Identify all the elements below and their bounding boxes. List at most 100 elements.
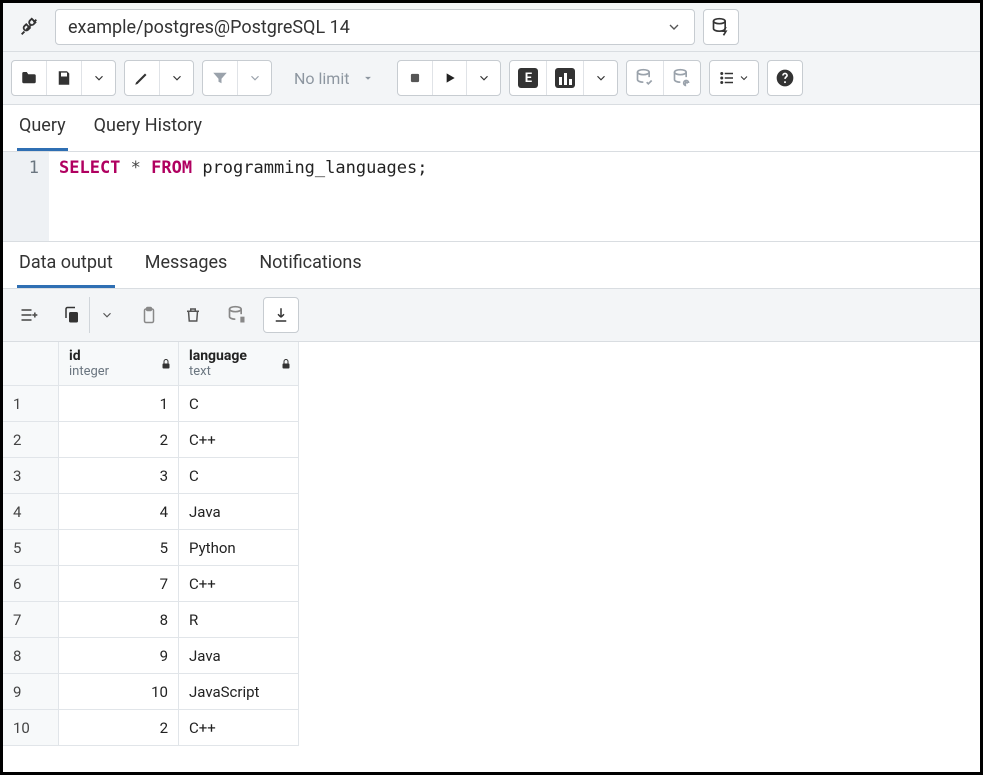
cell-language[interactable]: C++ (179, 422, 299, 458)
cell-language[interactable]: JavaScript (179, 674, 299, 710)
caret-down-icon (361, 71, 375, 85)
new-connection-button[interactable] (703, 9, 739, 45)
file-group (11, 60, 116, 96)
row-number[interactable]: 3 (3, 458, 59, 494)
database-undo-icon (672, 68, 692, 88)
explain-analyze-button[interactable] (546, 61, 583, 95)
copy-button[interactable] (55, 297, 89, 333)
save-data-button[interactable] (219, 297, 255, 333)
cell-language[interactable]: Java (179, 494, 299, 530)
open-file-button[interactable] (12, 61, 46, 95)
row-number[interactable]: 2 (3, 422, 59, 458)
column-type: integer (69, 364, 109, 379)
macros-button[interactable] (710, 61, 758, 95)
tab-notifications[interactable]: Notifications (257, 242, 363, 288)
commit-button[interactable] (627, 61, 663, 95)
stop-button[interactable] (398, 61, 432, 95)
column-header-id[interactable]: id integer (59, 342, 179, 386)
sql-text: programming_languages; (192, 158, 427, 178)
column-name: id (69, 348, 81, 364)
plug-icon (18, 16, 40, 38)
editor-content[interactable]: SELECT * FROM programming_languages; (49, 152, 980, 241)
pencil-icon (133, 69, 151, 87)
row-number[interactable]: 9 (3, 674, 59, 710)
cell-id[interactable]: 10 (59, 674, 179, 710)
lock-icon (280, 358, 292, 370)
cell-id[interactable]: 9 (59, 638, 179, 674)
limit-select[interactable]: No limit (280, 60, 389, 96)
list-icon (718, 69, 736, 87)
cell-id[interactable]: 2 (59, 710, 179, 746)
tab-query[interactable]: Query (17, 105, 68, 151)
column-header-language[interactable]: language text (179, 342, 299, 386)
cell-language[interactable]: C++ (179, 710, 299, 746)
filter-dropdown[interactable] (237, 61, 271, 95)
clipboard-icon (140, 306, 158, 324)
transaction-group (626, 60, 701, 96)
edit-button[interactable] (125, 61, 159, 95)
cell-id[interactable]: 7 (59, 566, 179, 602)
row-number[interactable]: 6 (3, 566, 59, 602)
execute-dropdown[interactable] (466, 61, 500, 95)
tab-data-output[interactable]: Data output (17, 242, 115, 288)
row-number[interactable]: 4 (3, 494, 59, 530)
copy-dropdown[interactable] (89, 297, 123, 333)
help-icon (775, 68, 795, 88)
cell-id[interactable]: 2 (59, 422, 179, 458)
cell-id[interactable]: 1 (59, 386, 179, 422)
chevron-down-icon (594, 71, 608, 85)
editor-gutter: 1 (3, 152, 49, 241)
rows-plus-icon (19, 305, 39, 325)
cell-language[interactable]: C (179, 458, 299, 494)
stop-icon (408, 71, 422, 85)
cell-language[interactable]: C++ (179, 566, 299, 602)
tab-query-history[interactable]: Query History (92, 105, 204, 151)
save-dropdown[interactable] (81, 61, 115, 95)
sql-keyword: FROM (151, 158, 192, 178)
macros-group (709, 60, 759, 96)
cell-language[interactable]: C (179, 386, 299, 422)
column-name: language (189, 348, 247, 364)
row-number[interactable]: 10 (3, 710, 59, 746)
save-file-button[interactable] (46, 61, 81, 95)
row-number[interactable]: 1 (3, 386, 59, 422)
editor-tabs: Query Query History (3, 105, 980, 152)
sql-keyword: SELECT (59, 158, 120, 178)
delete-row-button[interactable] (175, 297, 211, 333)
cell-id[interactable]: 3 (59, 458, 179, 494)
connection-status-button[interactable] (11, 9, 47, 45)
result-grid[interactable]: id integer language text 11C22C++33C44Ja… (3, 342, 299, 746)
line-number: 1 (3, 158, 39, 178)
rollback-button[interactable] (663, 61, 700, 95)
sql-text: * (120, 158, 151, 178)
connection-select[interactable]: example/postgres@PostgreSQL 14 (55, 9, 695, 45)
cell-language[interactable]: R (179, 602, 299, 638)
row-number[interactable]: 8 (3, 638, 59, 674)
filter-button[interactable] (203, 61, 237, 95)
tab-messages[interactable]: Messages (143, 242, 230, 288)
edit-dropdown[interactable] (159, 61, 193, 95)
add-row-button[interactable] (11, 297, 47, 333)
cell-language[interactable]: Python (179, 530, 299, 566)
folder-icon (20, 69, 38, 87)
cell-id[interactable]: 4 (59, 494, 179, 530)
paste-button[interactable] (131, 297, 167, 333)
cell-id[interactable]: 8 (59, 602, 179, 638)
sql-editor[interactable]: 1 SELECT * FROM programming_languages; (3, 152, 980, 242)
execute-button[interactable] (432, 61, 466, 95)
row-number[interactable]: 7 (3, 602, 59, 638)
cell-language[interactable]: Java (179, 638, 299, 674)
row-number[interactable]: 5 (3, 530, 59, 566)
row-number-header[interactable] (3, 342, 59, 386)
help-button[interactable] (767, 60, 803, 96)
cell-id[interactable]: 5 (59, 530, 179, 566)
chevron-down-icon (100, 308, 114, 322)
download-button[interactable] (263, 297, 299, 333)
copy-group (55, 297, 123, 333)
database-check-icon (635, 68, 655, 88)
explain-dropdown[interactable] (583, 61, 617, 95)
explain-button[interactable]: E (510, 61, 546, 95)
chevron-down-icon (477, 71, 491, 85)
filter-icon (211, 69, 229, 87)
result-toolbar (3, 289, 980, 342)
